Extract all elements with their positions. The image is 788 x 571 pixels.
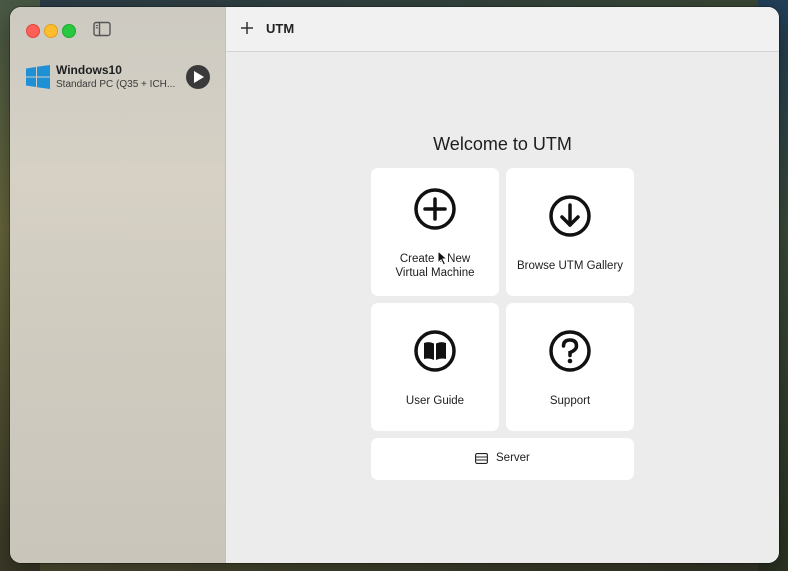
vm-name: Windows10: [56, 63, 122, 77]
server-label: Server: [496, 452, 530, 464]
toolbar: UTM: [226, 7, 779, 52]
plus-circle-icon: [414, 188, 456, 230]
close-button[interactable]: [26, 24, 40, 38]
server-button[interactable]: Server: [371, 438, 634, 480]
arrow-down-circle-icon: [549, 195, 591, 237]
create-vm-label-line2: Virtual Machine: [395, 267, 475, 279]
user-guide-label: User Guide: [405, 395, 465, 407]
minimize-button[interactable]: [44, 24, 58, 38]
window-title: UTM: [266, 21, 295, 36]
create-vm-label-line1: Create a New: [399, 253, 471, 265]
windows-logo-icon: [26, 65, 50, 89]
support-label: Support: [549, 395, 591, 407]
create-vm-card[interactable]: Create a New Virtual Machine: [371, 168, 499, 296]
vm-description: Standard PC (Q35 + ICH...: [56, 79, 176, 90]
sidebar-toggle-icon[interactable]: [93, 21, 111, 37]
server-icon: [475, 453, 488, 464]
main-panel: UTM Welcome to UTM Create a New Virtual …: [226, 7, 779, 563]
vm-list-item[interactable]: Windows10 Standard PC (Q35 + ICH...: [24, 63, 214, 103]
maximize-button[interactable]: [62, 24, 76, 38]
sidebar: Windows10 Standard PC (Q35 + ICH...: [10, 7, 226, 563]
question-circle-icon: [549, 330, 591, 372]
browse-gallery-label: Browse UTM Gallery: [516, 260, 624, 272]
utm-window: Windows10 Standard PC (Q35 + ICH... UTM …: [10, 7, 779, 563]
browse-gallery-card[interactable]: Browse UTM Gallery: [506, 168, 634, 296]
mouse-cursor-icon: [437, 250, 448, 266]
vm-play-button[interactable]: [186, 65, 210, 89]
support-card[interactable]: Support: [506, 303, 634, 431]
play-icon: [194, 71, 204, 83]
user-guide-card[interactable]: User Guide: [371, 303, 499, 431]
welcome-heading: Welcome to UTM: [433, 134, 572, 154]
add-vm-plus-icon[interactable]: [239, 20, 255, 36]
book-circle-icon: [414, 330, 456, 372]
